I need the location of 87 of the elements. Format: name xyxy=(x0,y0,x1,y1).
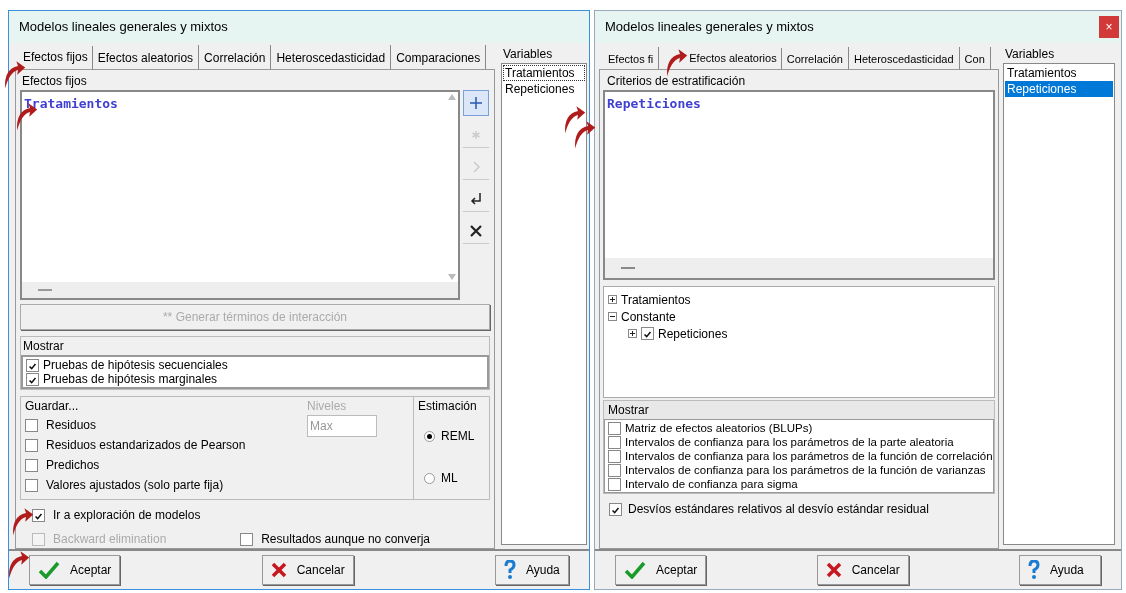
scroll-down-icon[interactable] xyxy=(448,274,456,280)
annotation-arrow-icon xyxy=(10,505,34,537)
cross-icon xyxy=(825,562,842,578)
checkbox[interactable] xyxy=(25,478,38,492)
group-label: Mostrar xyxy=(22,338,65,355)
model-term: Tratamientos xyxy=(24,95,119,113)
option-label: Intervalos de confianza para los parámetros de la parte aleatoria xyxy=(625,435,954,449)
help-button[interactable]: Ayuda xyxy=(1019,555,1101,585)
tree-item[interactable]: Repeticiones xyxy=(658,324,728,343)
expand-icon[interactable] xyxy=(628,329,637,338)
question-icon xyxy=(1028,560,1040,580)
field-label: Niveles xyxy=(307,398,348,415)
close-button[interactable]: × xyxy=(1099,16,1119,38)
cancel-button[interactable]: Cancelar xyxy=(261,555,354,585)
model-term: Repeticiones xyxy=(607,95,702,113)
checkbox[interactable] xyxy=(608,449,621,463)
checkbox[interactable] xyxy=(641,327,654,340)
option-label: Residuos estandarizados de Pearson xyxy=(46,437,246,454)
option-label: Pruebas de hipótesis secuenciales xyxy=(43,358,228,372)
annotation-arrow-icon xyxy=(572,118,596,150)
option-label: Residuos xyxy=(46,417,97,434)
option-label: Backward elimination xyxy=(53,531,167,548)
variable-item[interactable]: Repeticiones xyxy=(503,81,585,97)
checkbox[interactable] xyxy=(240,532,254,546)
option-label: Desvíos estándares relativos al desvío estándar residual xyxy=(628,501,929,518)
option-label: REML xyxy=(441,428,475,445)
radio-button[interactable] xyxy=(424,472,435,484)
tab[interactable]: Efectos fi xyxy=(603,46,660,69)
variable-item[interactable]: Tratamientos xyxy=(503,65,585,81)
radio-button[interactable] xyxy=(424,430,435,442)
variable-item[interactable]: Tratamientos xyxy=(1005,65,1113,81)
option-label: Intervalos de confianza para los parámetros de la función de correlación xyxy=(625,449,993,463)
checkbox[interactable] xyxy=(609,502,622,516)
option-label: Resultados aunque no converja xyxy=(261,531,430,548)
group-label: Mostrar xyxy=(604,401,994,419)
cancel-button[interactable]: Cancelar xyxy=(816,555,909,585)
checkbox[interactable] xyxy=(608,463,621,477)
plus-button[interactable] xyxy=(463,90,489,116)
cross-icon xyxy=(270,562,287,578)
tree-item[interactable]: Tratamientos xyxy=(621,290,691,309)
plus-icon xyxy=(469,96,483,110)
window-title: Modelos lineales generales y mixtos xyxy=(19,18,228,37)
annotation-arrow-icon xyxy=(562,103,586,135)
option-label: Intervalos de confianza para los parámetros de la función de varianzas xyxy=(625,463,986,477)
checkbox[interactable] xyxy=(25,418,38,432)
group-label: Estimación xyxy=(418,398,478,415)
question-icon xyxy=(504,560,516,580)
window-title: Modelos lineales generales y mixtos xyxy=(605,18,814,37)
option-label: Intervalo de confianza para sigma xyxy=(625,477,798,491)
variable-item[interactable]: Repeticiones xyxy=(1005,81,1113,97)
option-label: Ir a exploración de modelos xyxy=(53,507,201,524)
option-label: Predichos xyxy=(46,457,100,474)
checkbox[interactable] xyxy=(25,438,38,452)
group-label: Variables xyxy=(1004,47,1056,61)
tab[interactable]: Heteroscedasticidad xyxy=(848,46,960,69)
collapse-icon[interactable] xyxy=(608,312,617,321)
option-label: Valores ajustados (solo parte fija) xyxy=(46,477,224,494)
ok-button[interactable]: Aceptar xyxy=(29,555,121,585)
checkbox[interactable] xyxy=(608,435,621,449)
checkbox[interactable] xyxy=(32,508,45,522)
checkbox[interactable] xyxy=(608,421,621,435)
group-label: Guardar... xyxy=(25,398,80,415)
ok-button[interactable]: Aceptar xyxy=(615,555,707,585)
checkbox[interactable] xyxy=(608,477,621,491)
tab[interactable]: Correlación xyxy=(781,46,849,69)
tree-item[interactable]: Constante xyxy=(621,307,676,326)
expand-icon[interactable] xyxy=(608,295,617,304)
option-label: Pruebas de hipótesis marginales xyxy=(43,372,218,386)
option-label: ML xyxy=(441,470,458,487)
close-icon xyxy=(469,223,483,238)
annotation-arrow-icon xyxy=(664,46,688,78)
checkbox[interactable] xyxy=(26,358,39,372)
checkmark-icon xyxy=(624,561,646,579)
option-label: Matriz de efectos aleatorios (BLUPs) xyxy=(625,421,813,435)
tab[interactable]: Con xyxy=(959,46,991,69)
scroll-up-icon[interactable] xyxy=(448,94,456,100)
group-label: Efectos fijos xyxy=(21,73,88,90)
group-label: Criterios de estratificación xyxy=(606,73,747,90)
annotation-arrow-icon xyxy=(6,548,30,580)
help-button[interactable]: Ayuda xyxy=(495,555,569,585)
group-label: Variables xyxy=(502,47,554,61)
checkmark-icon xyxy=(38,561,60,579)
terms-editor[interactable]: Tratamientos xyxy=(20,90,460,300)
enter-icon xyxy=(469,191,483,206)
checkbox[interactable] xyxy=(25,458,38,472)
terms-editor[interactable]: Repeticiones xyxy=(603,90,995,280)
checkbox[interactable] xyxy=(26,372,39,386)
